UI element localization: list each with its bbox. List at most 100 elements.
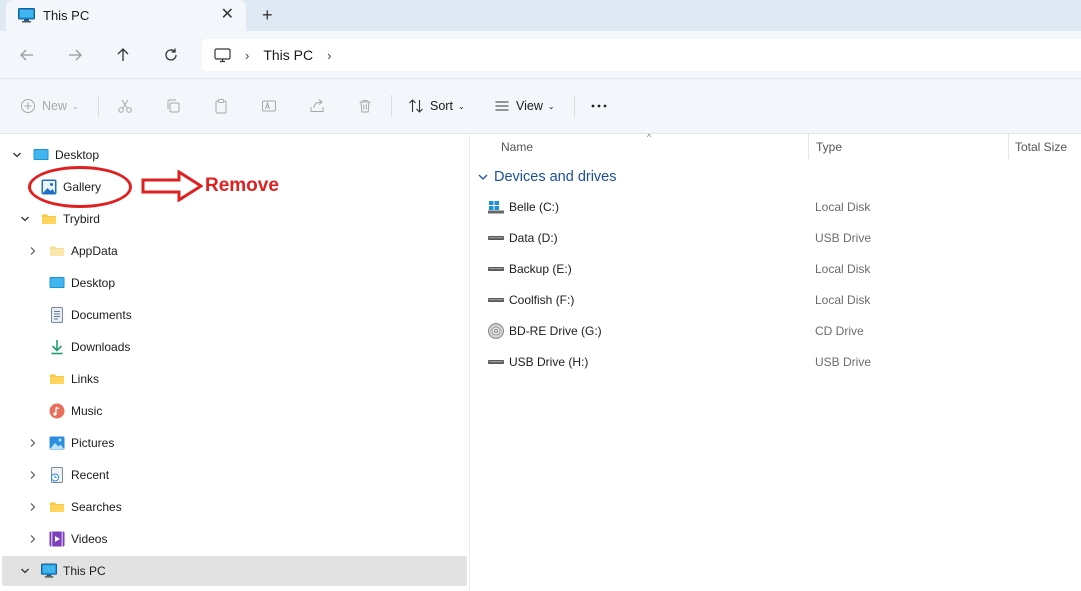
new-tab-icon[interactable]: + [262, 5, 273, 25]
close-tab-icon[interactable]: ✕ [221, 6, 234, 24]
sidebar-item-label: This PC [63, 564, 106, 578]
folder-icon [50, 502, 64, 512]
sidebar-item-label: Trybird [63, 212, 100, 226]
sidebar-item-label: Recent [71, 468, 110, 482]
more-icon [591, 104, 607, 108]
breadcrumb-chevron[interactable]: › [327, 48, 331, 63]
back-button[interactable] [15, 43, 39, 67]
sidebar-item-appdata[interactable]: AppData [2, 236, 467, 266]
group-header-devices[interactable]: Devices and drives [478, 169, 617, 185]
column-divider[interactable] [808, 134, 809, 159]
sort-label: Sort [430, 99, 453, 113]
column-divider[interactable] [1008, 134, 1009, 159]
sidebar-item-documents[interactable]: Documents [2, 300, 467, 330]
column-header-total-size[interactable]: Total Size [1015, 140, 1067, 154]
pc-icon [41, 563, 57, 578]
forward-button[interactable] [63, 43, 87, 67]
content-pane: ^ Name Type Total Size Devices and drive… [470, 132, 1081, 591]
cut-button[interactable] [117, 93, 133, 119]
chevron-down-icon[interactable] [19, 213, 31, 225]
address-bar[interactable]: › This PC › [202, 39, 1081, 71]
sidebar-item-label: Links [71, 372, 100, 386]
drive-name: Data (D:) [509, 231, 558, 245]
plus-circle-icon [21, 99, 35, 113]
drive-row[interactable]: BD-RE Drive (G:) CD Drive [488, 316, 1078, 346]
sidebar-item-searches[interactable]: Searches [2, 492, 467, 522]
drive-row[interactable]: Coolfish (F:) Local Disk [488, 285, 1078, 315]
pc-icon [18, 8, 35, 23]
breadcrumb-this-pc[interactable]: This PC [263, 47, 313, 63]
column-header-type[interactable]: Type [816, 140, 842, 154]
chevron-down-icon[interactable] [11, 149, 23, 161]
breadcrumb-separator: › [245, 47, 250, 63]
rename-button[interactable] [261, 93, 277, 119]
tab-this-pc[interactable]: This PC ✕ [6, 0, 246, 31]
divider [574, 95, 575, 117]
arrow-up-icon [117, 48, 129, 61]
sidebar-item-this-pc[interactable]: This PC [2, 556, 467, 586]
sort-caret-icon: ^ [647, 132, 652, 142]
address-row: › This PC › [0, 31, 1081, 79]
tab-bar: This PC ✕ + [0, 0, 1081, 31]
folder-icon [50, 374, 64, 384]
new-button[interactable]: New ⌄ [20, 93, 79, 119]
sidebar-item-recent[interactable]: Recent [2, 460, 467, 490]
divider [98, 95, 99, 117]
divider [391, 95, 392, 117]
drive-row[interactable]: USB Drive (H:) USB Drive [488, 347, 1078, 377]
more-options-button[interactable] [590, 93, 608, 119]
chevron-down-icon: ⌄ [547, 101, 555, 111]
drive-icon [488, 236, 504, 240]
group-label: Devices and drives [494, 169, 617, 185]
drive-type: Local Disk [815, 293, 871, 307]
sidebar-item-trybird[interactable]: Trybird [2, 204, 467, 234]
drive-row[interactable]: Data (D:) USB Drive [488, 223, 1078, 253]
drive-type: CD Drive [815, 324, 864, 338]
new-label: New [42, 99, 68, 113]
chevron-right-icon[interactable] [27, 245, 39, 257]
sidebar-item-desktop-sub[interactable]: Desktop [2, 268, 467, 298]
view-button[interactable]: View ⌄ [494, 93, 555, 119]
chevron-down-icon [478, 174, 488, 180]
sidebar-item-downloads[interactable]: Downloads [2, 332, 467, 362]
drive-row[interactable]: Belle (C:) Local Disk [488, 192, 1078, 222]
disc-icon [488, 323, 504, 339]
trash-icon [359, 100, 371, 113]
monitor-icon [214, 47, 231, 62]
chevron-right-icon[interactable] [27, 437, 39, 449]
desktop-icon [49, 277, 65, 288]
sort-icon [409, 99, 423, 113]
sidebar-item-label: Desktop [55, 148, 100, 162]
sidebar-item-label: Downloads [71, 340, 131, 354]
drive-icon [488, 360, 504, 364]
drive-name: Coolfish (F:) [509, 293, 575, 307]
sidebar-item-pictures[interactable]: Pictures [2, 428, 467, 458]
chevron-down-icon[interactable] [19, 565, 31, 577]
column-header-name[interactable]: Name [501, 140, 533, 154]
copy-button[interactable] [165, 93, 181, 119]
rename-icon [262, 100, 276, 112]
delete-button[interactable] [357, 93, 373, 119]
sidebar-item-label: AppData [71, 244, 118, 258]
sidebar-item-label: Searches [71, 500, 122, 514]
up-button[interactable] [111, 43, 135, 67]
folder-icon [42, 214, 56, 224]
music-icon [49, 403, 65, 419]
refresh-button[interactable] [159, 43, 183, 67]
sidebar-item-videos[interactable]: Videos [2, 524, 467, 554]
sort-button[interactable]: Sort ⌄ [408, 93, 465, 119]
drive-name: USB Drive (H:) [509, 355, 589, 369]
arrow-right-icon [69, 49, 82, 61]
chevron-right-icon[interactable] [27, 533, 39, 545]
chevron-right-icon[interactable] [27, 501, 39, 513]
sidebar-item-links[interactable]: Links [2, 364, 467, 394]
annotation-circle [28, 166, 132, 208]
chevron-right-icon[interactable] [27, 469, 39, 481]
refresh-icon [165, 48, 177, 61]
drive-name: Backup (E:) [509, 262, 572, 276]
share-button[interactable] [309, 93, 325, 119]
drive-row[interactable]: Backup (E:) Local Disk [488, 254, 1078, 284]
paste-button[interactable] [213, 93, 229, 119]
sidebar-item-music[interactable]: Music [2, 396, 467, 426]
annotation-label: Remove [205, 175, 279, 196]
